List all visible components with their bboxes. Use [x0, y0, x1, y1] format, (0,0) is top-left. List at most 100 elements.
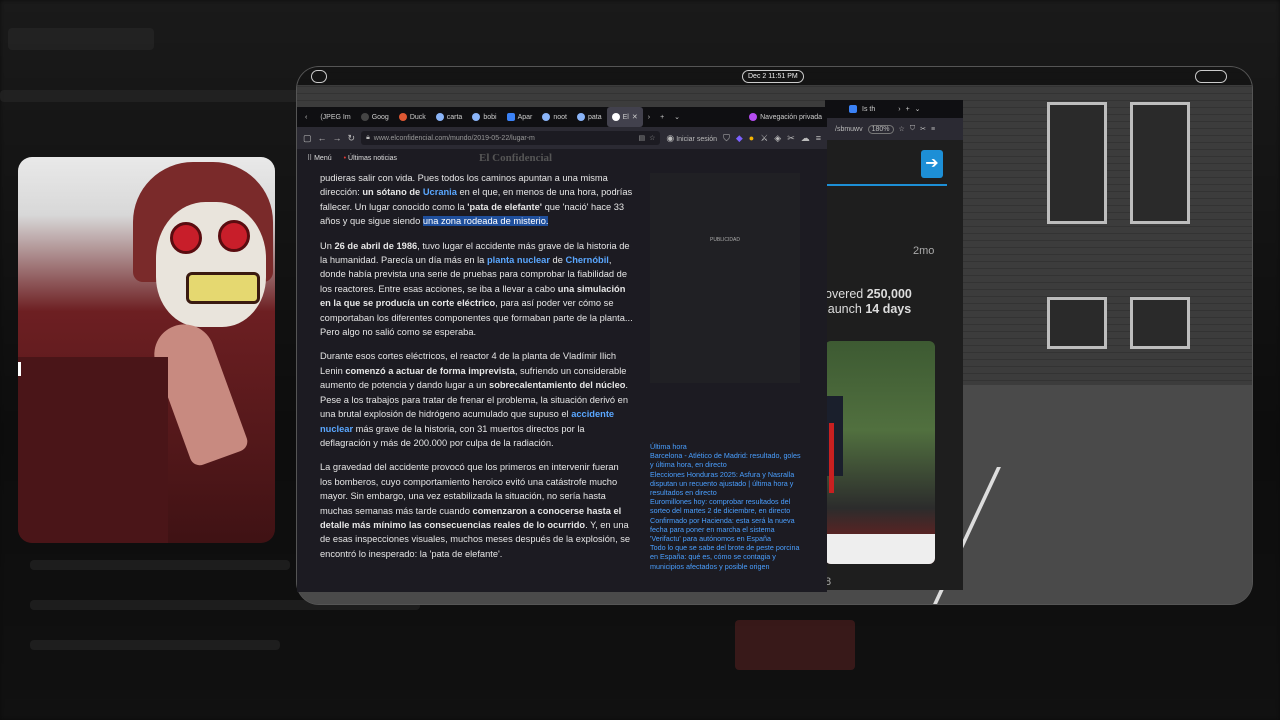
tab-list-icon[interactable]: ⌄: [915, 105, 921, 113]
menu-icon[interactable]: ≡: [816, 133, 821, 143]
shield-icon[interactable]: ⛉: [910, 125, 915, 133]
mask-right-eye: [218, 220, 250, 252]
browser-tab[interactable]: carta: [431, 107, 468, 127]
bookmark-star-icon[interactable]: ☆: [899, 125, 905, 133]
image-banner: [825, 534, 935, 564]
news-item[interactable]: Elecciones Honduras 2025: Asfura y Nasra…: [650, 470, 802, 498]
site-header: ⠿ Menú • Últimas noticias El Confidencia…: [297, 149, 827, 167]
article-paragraph: La gravedad del accidente provocó que lo…: [320, 462, 631, 559]
navigation-bar: ▢ ← → ↻ 🔒︎ www.elconfidencial.com/mundo/…: [297, 127, 827, 149]
site-menu-button[interactable]: ⠿ Menú: [307, 154, 332, 162]
webcam-edge-mark: [18, 362, 21, 376]
webcam-overlay: [18, 157, 275, 543]
new-tab-icon[interactable]: +: [906, 106, 910, 113]
tab-scroll-icon[interactable]: ›: [898, 106, 900, 113]
browser-tab[interactable]: Duck: [394, 107, 431, 127]
link-chernobil[interactable]: Chernóbil: [565, 255, 608, 265]
link-planta-nuclear[interactable]: planta nuclear: [487, 255, 550, 265]
front-browser-window[interactable]: ‹ (JPEG Im Goog Duck carta bobi Apar noo…: [297, 107, 827, 592]
zoom-level[interactable]: 180%: [867, 124, 894, 134]
tab-favicon: [611, 113, 620, 121]
back-arrow-icon[interactable]: ←: [318, 133, 327, 143]
news-item[interactable]: Confirmado por Hacienda: esta será la nu…: [650, 516, 802, 544]
tab-scroll-right-icon[interactable]: ›: [643, 107, 655, 127]
extension-icon[interactable]: ●: [749, 133, 754, 143]
blurred-element: [0, 90, 300, 102]
system-top-bar: Dec 2 11:51 PM: [297, 67, 1252, 85]
tab-favicon: [576, 113, 585, 121]
accent-line: [825, 184, 947, 186]
news-item[interactable]: Barcelona - Atlético de Madrid: resultad…: [650, 451, 802, 469]
bookmark-star-icon[interactable]: ☆: [649, 134, 655, 142]
tab-favicon: [360, 113, 369, 121]
private-mode-indicator: Navegación privada: [744, 107, 827, 127]
post-text: overed 250,000 launch 14 days: [825, 287, 912, 316]
article-paragraph: Un 26 de abril de 1986, tuvo lugar el ac…: [320, 240, 633, 338]
background-browser-window[interactable]: Is th › + ⌄ /sbmuwv 180% ☆ ⛉ ✂ ≡ ➔ 2mo o…: [825, 100, 963, 590]
news-item[interactable]: Euromillones hoy: comprobar resultados d…: [650, 497, 802, 515]
browser-tab[interactable]: noot: [537, 107, 572, 127]
blurred-element: [8, 28, 154, 50]
sidebar-icon[interactable]: ▢: [303, 133, 312, 144]
link-ucrania[interactable]: Ucrania: [423, 187, 457, 197]
workspace-indicator[interactable]: [311, 70, 327, 83]
red-dot-icon: •: [343, 154, 347, 162]
extensions-icon[interactable]: ✂: [787, 133, 795, 144]
reload-icon[interactable]: ↻: [348, 133, 356, 144]
ad-slot[interactable]: PUBLICIDAD: [650, 173, 800, 383]
save-to-pocket-icon[interactable]: ⛉: [723, 133, 730, 144]
browser-tab[interactable]: Apar: [502, 107, 538, 127]
latest-news-list: Última hora Barcelona - Atlético de Madr…: [650, 442, 802, 571]
extension-icon[interactable]: ☁: [801, 133, 810, 144]
menu-icon[interactable]: ≡: [931, 126, 935, 133]
wallpaper-window: [1130, 297, 1190, 349]
article-paragraph: pudieras salir con vida. Pues todos los …: [320, 173, 633, 227]
lock-icon[interactable]: 🔒︎: [366, 134, 370, 142]
news-item[interactable]: Todo lo que se sabe del brote de peste p…: [650, 543, 802, 571]
tab-list-icon[interactable]: ⌄: [669, 107, 685, 127]
article-paragraph: Durante esos cortes eléctricos, el react…: [320, 351, 629, 448]
tab-favicon: [435, 113, 444, 121]
reader-view-icon[interactable]: ▤: [638, 134, 645, 142]
extensions-icon[interactable]: ✂: [920, 125, 926, 133]
grid-icon: ⠿: [307, 155, 313, 162]
login-arrow-icon[interactable]: ➔: [921, 150, 943, 178]
account-icon: ◉: [666, 132, 675, 143]
ad-label: PUBLICIDAD: [709, 237, 740, 243]
site-logo[interactable]: El Confidencial: [479, 152, 552, 164]
blurred-element: [30, 640, 280, 650]
clock[interactable]: Dec 2 11:51 PM: [742, 70, 804, 83]
browser-tab[interactable]: (JPEG Im: [315, 107, 355, 127]
url-text: www.elconfidencial.com/mundo/2019-05-22/…: [373, 134, 535, 142]
browser-tab[interactable]: Goog: [356, 107, 394, 127]
latest-news-header[interactable]: Última hora: [650, 442, 802, 451]
post-image[interactable]: [825, 341, 935, 564]
back-tab-label[interactable]: Is th: [862, 106, 875, 113]
tab-favicon: [472, 113, 481, 121]
image-red-tie: [829, 423, 834, 493]
close-tab-icon[interactable]: ✕: [632, 113, 638, 121]
tab-scroll-left-icon[interactable]: ‹: [297, 107, 315, 127]
wallpaper-window: [1047, 102, 1107, 224]
extension-icon[interactable]: ◈: [774, 133, 781, 144]
webcam-mask: [156, 202, 266, 327]
webcam-shirt: [18, 357, 168, 543]
extension-icon[interactable]: ◆: [736, 133, 743, 144]
url-bar[interactable]: 🔒︎ www.elconfidencial.com/mundo/2019-05-…: [361, 131, 661, 145]
post-age: 2mo: [913, 245, 935, 257]
latest-news-link[interactable]: • Últimas noticias: [344, 155, 397, 162]
forward-arrow-icon[interactable]: →: [333, 133, 342, 143]
selected-text: una zona rodeada de misterio.: [422, 216, 549, 227]
tab-favicon: [506, 113, 515, 121]
back-url[interactable]: /sbmuwv: [835, 126, 863, 133]
extension-icon[interactable]: ⚔: [760, 133, 768, 144]
signin-button[interactable]: ◉ Iniciar sesión: [666, 133, 717, 144]
tab-favicon: [398, 113, 407, 121]
wallpaper-window: [1047, 297, 1107, 349]
browser-tab-active[interactable]: El ✕: [606, 107, 643, 127]
new-tab-icon[interactable]: +: [655, 107, 669, 127]
browser-tab[interactable]: pata: [572, 107, 607, 127]
article-body: pudieras salir con vida. Pues todos los …: [320, 171, 633, 571]
browser-tab[interactable]: bobi: [467, 107, 501, 127]
system-tray[interactable]: [1195, 70, 1227, 83]
